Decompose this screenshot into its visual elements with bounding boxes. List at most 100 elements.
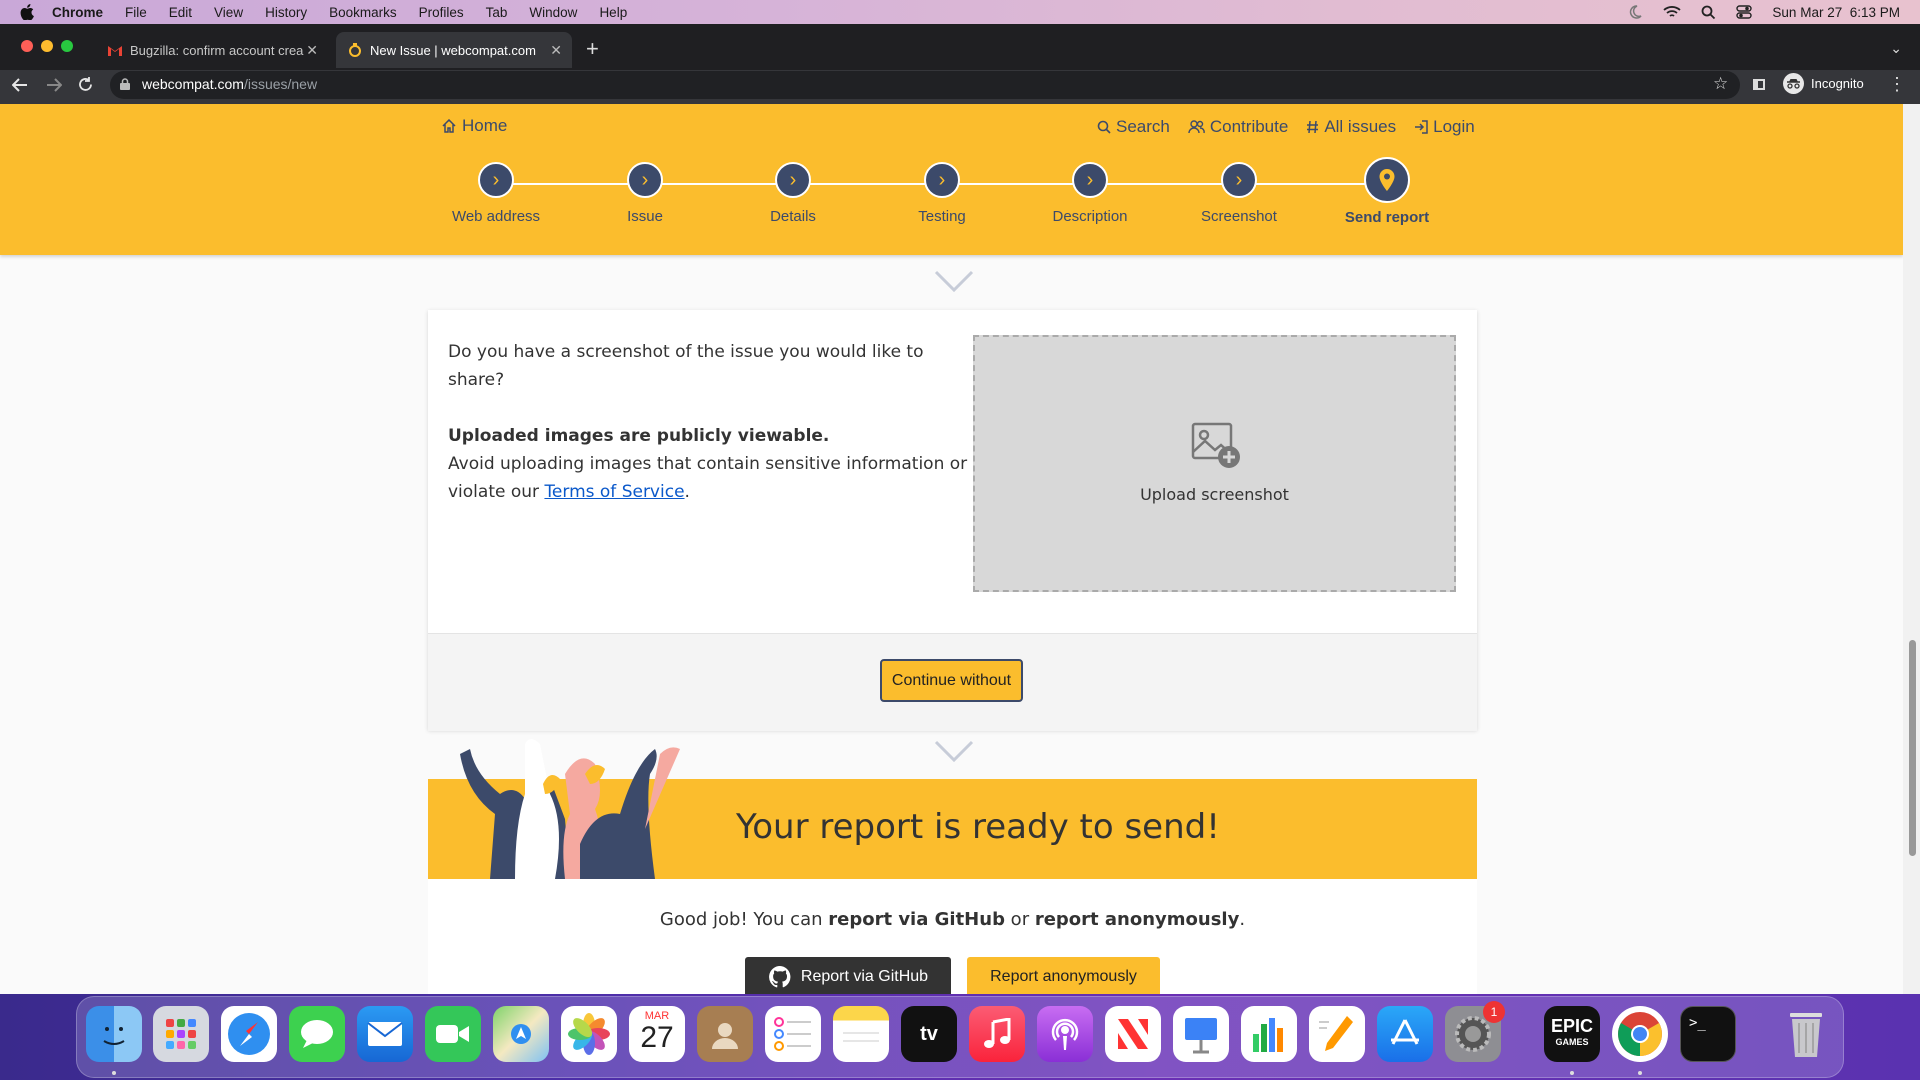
privacy-warning-text: Avoid uploading images that contain sens… (448, 454, 968, 502)
new-tab-button[interactable]: + (586, 36, 599, 62)
arrow-left-icon (11, 78, 27, 92)
menubar-clock[interactable]: Sun Mar 27 6:13 PM (1772, 5, 1900, 20)
running-indicator (1638, 1071, 1642, 1075)
launchpad-icon[interactable] (153, 1006, 209, 1062)
chevron-right-icon: › (924, 162, 960, 198)
page-scrollbar[interactable] (1903, 104, 1920, 994)
privacy-warning-bold: Uploaded images are publicly viewable. (448, 426, 830, 446)
music-icon[interactable] (969, 1006, 1025, 1062)
step-web-address[interactable]: › Web address (421, 162, 571, 225)
step-issue[interactable]: › Issue (570, 162, 720, 225)
running-indicator (112, 1071, 116, 1075)
window-close-button[interactable] (21, 40, 33, 52)
app-store-icon[interactable] (1377, 1006, 1433, 1062)
nav-all-issues[interactable]: All issues (1306, 117, 1396, 137)
facetime-icon[interactable] (425, 1006, 481, 1062)
calendar-day: 27 (640, 1021, 674, 1054)
mail-icon[interactable] (357, 1006, 413, 1062)
nav-contribute[interactable]: Contribute (1188, 117, 1288, 137)
report-via-github-button[interactable]: Report via GitHub (745, 957, 951, 994)
menu-view[interactable]: View (214, 5, 243, 20)
incognito-profile-button[interactable]: Incognito (1783, 73, 1864, 94)
epic-games-icon[interactable]: EPIC GAMES (1544, 1006, 1600, 1062)
window-minimize-button[interactable] (41, 40, 53, 52)
scrollbar-thumb[interactable] (1909, 640, 1916, 856)
wifi-icon[interactable] (1663, 5, 1682, 19)
report-anonymously-button[interactable]: Report anonymously (967, 957, 1160, 994)
ready-section: Good job! You can report via GitHub or r… (428, 879, 1477, 994)
messages-icon[interactable] (289, 1006, 345, 1062)
notes-icon[interactable] (833, 1006, 889, 1062)
upload-screenshot-label: Upload screenshot (1140, 485, 1289, 504)
focus-moon-icon[interactable] (1627, 4, 1643, 20)
calendar-icon[interactable]: MAR 27 (629, 1006, 685, 1062)
tos-period: . (684, 482, 690, 502)
tab-bugzilla[interactable]: Bugzilla: confirm account crea ✕ (96, 32, 328, 68)
running-indicator (1570, 1071, 1574, 1075)
news-icon[interactable] (1105, 1006, 1161, 1062)
step-description[interactable]: › Description (1015, 162, 1165, 225)
ready-text-github: report via GitHub (828, 909, 1005, 930)
upload-screenshot-dropzone[interactable]: Upload screenshot (973, 335, 1456, 592)
maps-icon[interactable] (493, 1006, 549, 1062)
step-label: Issue (627, 208, 663, 225)
gmail-icon (108, 43, 122, 57)
reload-button[interactable] (78, 76, 93, 97)
keynote-icon[interactable] (1173, 1006, 1229, 1062)
menu-chrome[interactable]: Chrome (52, 5, 103, 20)
nav-search[interactable]: Search (1097, 117, 1170, 137)
webcompat-favicon-icon (348, 43, 362, 57)
step-label: Web address (451, 208, 541, 225)
step-label: Screenshot (1201, 208, 1277, 225)
photos-icon[interactable] (561, 1006, 617, 1062)
pages-icon[interactable] (1309, 1006, 1365, 1062)
chrome-icon[interactable] (1612, 1006, 1668, 1062)
numbers-icon[interactable] (1241, 1006, 1297, 1062)
contacts-icon[interactable] (697, 1006, 753, 1062)
menu-file[interactable]: File (125, 5, 147, 20)
side-panel-icon[interactable] (1753, 79, 1765, 90)
menu-history[interactable]: History (265, 5, 307, 20)
chevron-down-icon (934, 270, 974, 293)
page-viewport: Home Search Contribute All issues Login … (0, 104, 1903, 994)
chevron-right-icon: › (1221, 162, 1257, 198)
menu-bookmarks[interactable]: Bookmarks (329, 5, 397, 20)
menu-edit[interactable]: Edit (169, 5, 192, 20)
chrome-menu-icon[interactable]: ⋮ (1888, 74, 1906, 95)
menu-window[interactable]: Window (529, 5, 577, 20)
chevron-right-icon: › (478, 162, 514, 198)
menu-tab[interactable]: Tab (486, 5, 508, 20)
terminal-icon[interactable]: >_ (1680, 1006, 1736, 1062)
nav-login[interactable]: Login (1414, 117, 1475, 137)
finder-icon[interactable] (86, 1006, 142, 1062)
step-send-report[interactable]: Send report (1312, 157, 1462, 226)
back-button[interactable] (11, 76, 28, 97)
address-bar[interactable] (110, 71, 1740, 99)
menu-profiles[interactable]: Profiles (419, 5, 464, 20)
reminders-icon[interactable] (765, 1006, 821, 1062)
menu-help[interactable]: Help (599, 5, 627, 20)
spotlight-search-icon[interactable] (1701, 5, 1716, 20)
tab-close-icon[interactable]: ✕ (550, 42, 562, 59)
control-center-icon[interactable] (1736, 5, 1753, 19)
tab-search-chevron-icon[interactable]: ⌄ (1890, 40, 1902, 57)
apple-icon[interactable] (20, 4, 34, 20)
tab-close-icon[interactable]: ✕ (306, 42, 318, 59)
terms-of-service-link[interactable]: Terms of Service (544, 482, 684, 502)
bookmark-star-icon[interactable]: ☆ (1713, 74, 1728, 94)
step-screenshot[interactable]: › Screenshot (1164, 162, 1314, 225)
step-testing[interactable]: › Testing (867, 162, 1017, 225)
trash-icon[interactable] (1778, 1006, 1834, 1062)
podcasts-icon[interactable] (1037, 1006, 1093, 1062)
apple-tv-icon[interactable]: tv (901, 1006, 957, 1062)
step-details[interactable]: › Details (718, 162, 868, 225)
continue-without-button[interactable]: Continue without (880, 659, 1023, 702)
arrow-right-icon (47, 78, 63, 92)
tab-new-issue[interactable]: New Issue | webcompat.com ✕ (336, 32, 572, 68)
url-text[interactable]: webcompat.com/issues/new (142, 76, 317, 92)
forward-button[interactable] (46, 76, 63, 97)
home-link[interactable]: Home (442, 116, 507, 136)
lock-icon[interactable] (120, 78, 130, 90)
window-zoom-button[interactable] (61, 40, 73, 52)
safari-icon[interactable] (221, 1006, 277, 1062)
